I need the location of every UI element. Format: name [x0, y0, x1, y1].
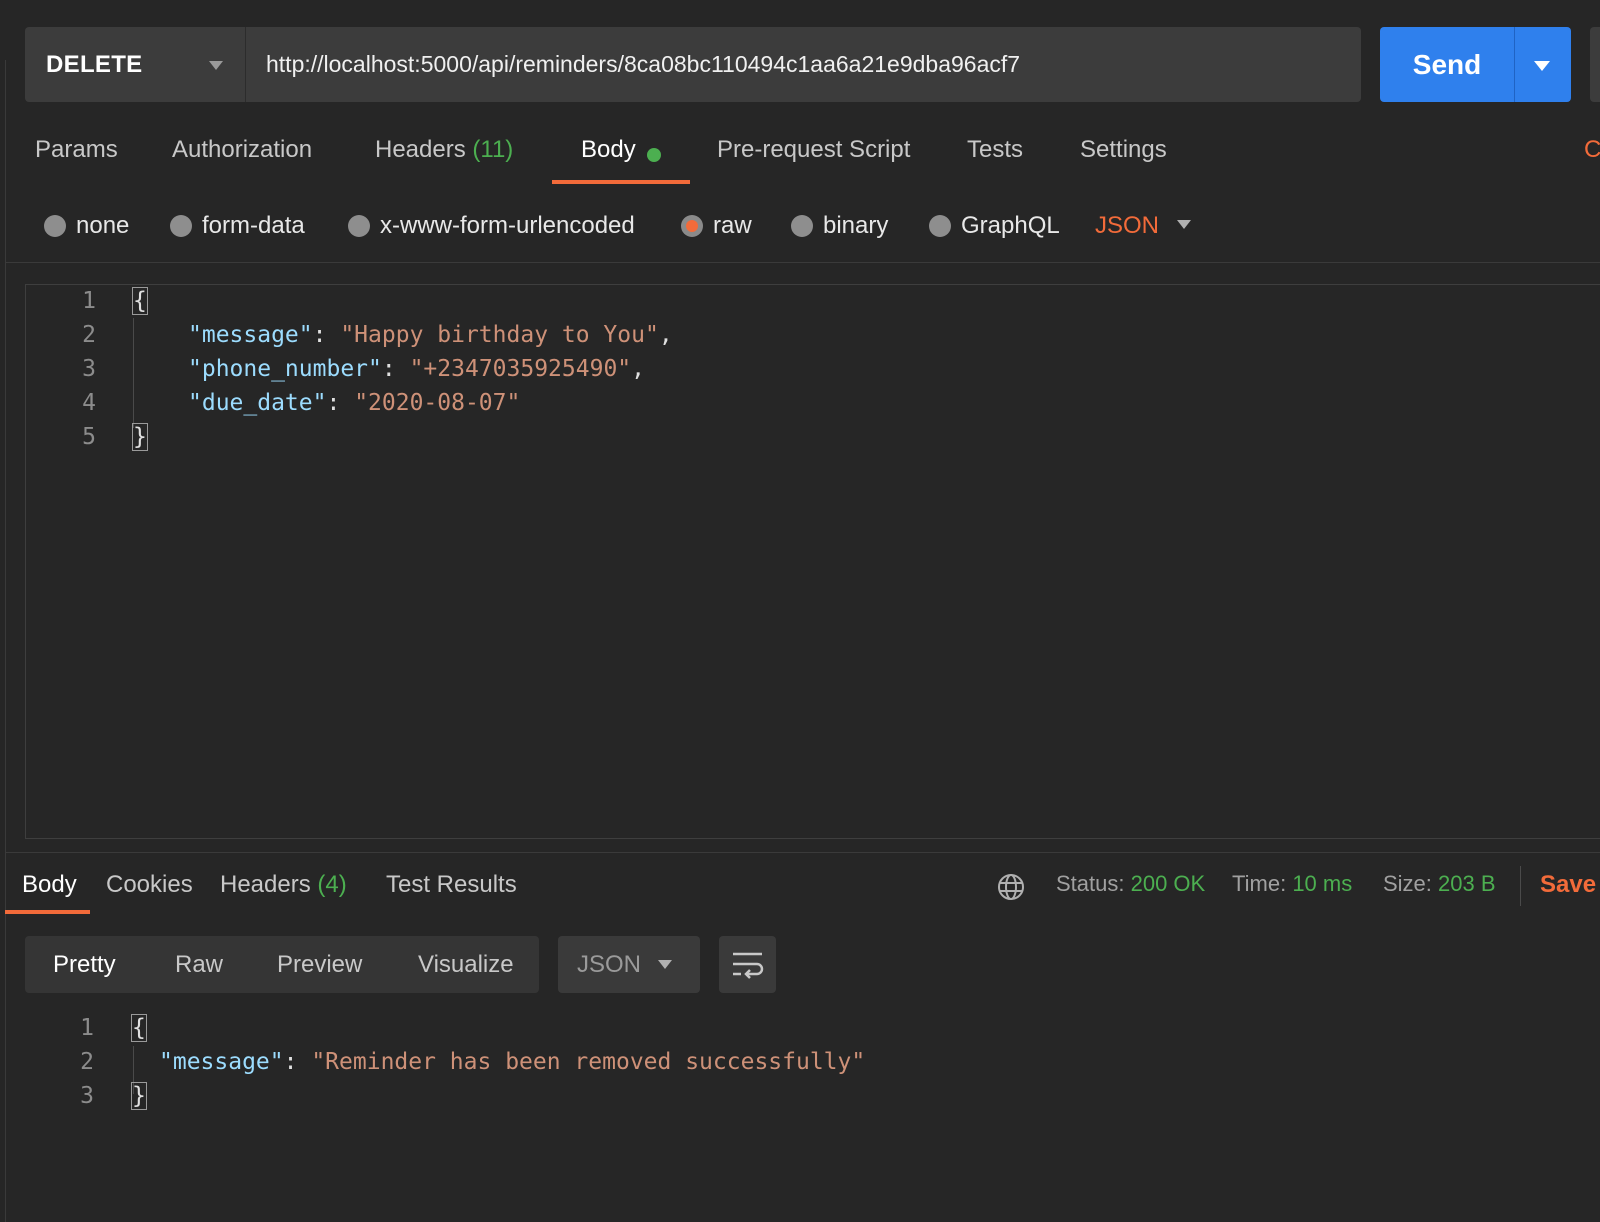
line-number: 2 [82, 322, 96, 348]
line-number: 1 [82, 288, 96, 314]
save-request-button[interactable] [1590, 27, 1600, 102]
indent-guide [133, 318, 134, 428]
radio-urlencoded-label: x-www-form-urlencoded [380, 212, 635, 239]
tab-body[interactable]: Body [581, 136, 636, 164]
json-punct: , [631, 356, 645, 382]
active-tab-indicator [552, 180, 690, 184]
divider [5, 852, 1600, 853]
chevron-down-icon[interactable] [1177, 220, 1191, 229]
response-format-label: JSON [577, 950, 642, 978]
body-format-select[interactable]: JSON [1095, 208, 1159, 244]
send-button[interactable]: Send [1380, 27, 1514, 102]
active-tab-indicator [5, 910, 90, 914]
status-value: 200 OK [1130, 871, 1206, 896]
tab-headers-label: Headers [375, 136, 466, 163]
tab-cookies-link[interactable]: C [1584, 136, 1600, 164]
radio-none-label: none [76, 212, 130, 239]
code-line: } [131, 1082, 147, 1110]
url-input[interactable]: http://localhost:5000/api/reminders/8ca0… [266, 27, 1020, 102]
json-string: "2020-08-07" [354, 390, 521, 416]
radio-selected-icon[interactable] [681, 215, 703, 237]
response-headers-label: Headers [220, 871, 311, 898]
line-number: 4 [82, 390, 96, 416]
json-key: "message" [159, 1049, 284, 1075]
response-status: Status: 200 OK [1056, 871, 1205, 897]
chevron-down-icon[interactable] [658, 960, 672, 969]
line-number: 5 [82, 424, 96, 450]
tab-params[interactable]: Params [35, 136, 118, 164]
line-number: 1 [80, 1015, 94, 1041]
left-border [5, 60, 6, 1222]
tab-authorization[interactable]: Authorization [172, 136, 312, 164]
tab-headers[interactable]: Headers (11) [375, 136, 513, 164]
code-line: { [131, 1014, 147, 1042]
radio-icon[interactable] [929, 215, 951, 237]
tab-pre-request-script[interactable]: Pre-request Script [717, 136, 910, 164]
radio-icon[interactable] [44, 215, 66, 237]
method-label: DELETE [46, 50, 143, 78]
response-tab-cookies[interactable]: Cookies [106, 871, 193, 899]
code-line: "phone_number": "+2347035925490", [188, 356, 645, 382]
radio-icon[interactable] [348, 215, 370, 237]
save-response-button[interactable]: Save [1540, 871, 1596, 899]
code-line: } [132, 423, 148, 451]
json-key: "phone_number" [188, 356, 382, 382]
headers-count: (11) [472, 136, 514, 163]
code-line: { [132, 287, 148, 315]
radio-binary-label: binary [823, 212, 889, 239]
view-raw[interactable]: Raw [175, 936, 223, 993]
response-tab-body[interactable]: Body [22, 871, 77, 899]
view-visualize[interactable]: Visualize [418, 936, 514, 993]
response-tab-test-results[interactable]: Test Results [386, 871, 517, 899]
radio-icon[interactable] [791, 215, 813, 237]
time-value: 10 ms [1292, 871, 1353, 896]
size-value: 203 B [1438, 871, 1496, 896]
json-key: "due_date" [188, 390, 327, 416]
divider [5, 262, 1600, 263]
json-key: "message" [188, 322, 313, 348]
radio-urlencoded[interactable]: x-www-form-urlencoded [348, 208, 635, 244]
chevron-down-icon[interactable] [1534, 61, 1550, 71]
view-pretty[interactable]: Pretty [53, 936, 116, 993]
json-string: "Reminder has been removed successfully" [311, 1049, 866, 1075]
radio-none[interactable]: none [44, 208, 129, 244]
view-preview[interactable]: Preview [277, 936, 362, 993]
close-brace: } [132, 423, 148, 451]
line-number: 3 [80, 1083, 94, 1109]
response-tab-headers[interactable]: Headers (4) [220, 871, 347, 899]
line-number: 3 [82, 356, 96, 382]
time-label: Time: [1232, 871, 1287, 896]
status-label: Status: [1056, 871, 1125, 896]
line-number: 2 [80, 1049, 94, 1075]
json-punct: , [658, 322, 673, 348]
radio-icon[interactable] [170, 215, 192, 237]
response-headers-count: (4) [317, 871, 347, 898]
chevron-down-icon[interactable] [209, 61, 223, 70]
radio-raw-label: raw [713, 212, 752, 239]
divider [1520, 866, 1521, 906]
radio-form-data[interactable]: form-data [170, 208, 305, 244]
tab-tests[interactable]: Tests [967, 136, 1023, 164]
radio-graphql-label: GraphQL [961, 212, 1060, 239]
tab-settings[interactable]: Settings [1080, 136, 1167, 164]
open-brace: { [132, 287, 148, 315]
code-line: "due_date": "2020-08-07" [188, 390, 521, 416]
radio-form-data-label: form-data [202, 212, 305, 239]
body-indicator-dot [647, 148, 661, 162]
radio-graphql[interactable]: GraphQL [929, 208, 1060, 244]
open-brace: { [131, 1014, 147, 1042]
globe-icon[interactable] [996, 872, 1026, 902]
json-string: "Happy birthday to You" [340, 322, 659, 348]
close-brace: } [131, 1082, 147, 1110]
radio-raw[interactable]: raw [681, 208, 752, 244]
wrap-icon [733, 952, 764, 979]
radio-binary[interactable]: binary [791, 208, 888, 244]
response-size: Size: 203 B [1383, 871, 1496, 897]
code-line: "message": "Happy birthday to You", [188, 322, 673, 348]
divider [245, 27, 246, 102]
size-label: Size: [1383, 871, 1432, 896]
code-line: "message": "Reminder has been removed su… [159, 1049, 866, 1075]
response-time: Time: 10 ms [1232, 871, 1352, 897]
json-string: "+2347035925490" [409, 356, 632, 382]
